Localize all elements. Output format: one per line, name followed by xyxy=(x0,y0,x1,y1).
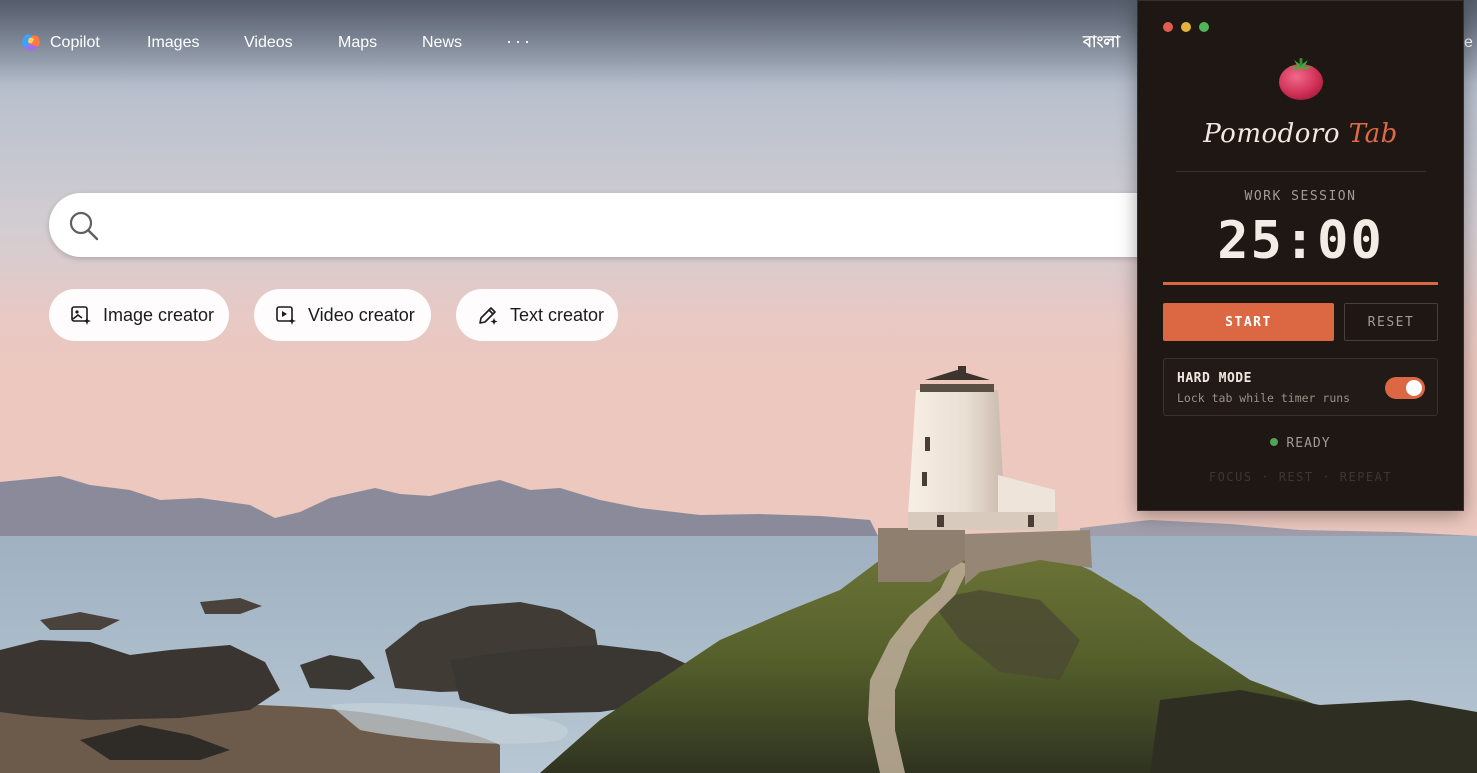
hard-mode-toggle[interactable] xyxy=(1385,377,1425,399)
video-sparkle-icon xyxy=(276,306,296,325)
copilot-logo-icon[interactable] xyxy=(21,32,41,52)
nav-maps[interactable]: Maps xyxy=(338,31,377,55)
more-menu-icon[interactable]: ··· xyxy=(506,31,533,51)
text-creator-button[interactable]: Text creator xyxy=(456,289,618,341)
footer-tagline: FOCUS · REST · REPEAT xyxy=(1208,470,1393,484)
nav-images[interactable]: Images xyxy=(147,31,199,55)
nav-news[interactable]: News xyxy=(422,31,462,55)
progress-bar xyxy=(1163,282,1438,285)
nav-copilot[interactable]: Copilot xyxy=(50,31,100,55)
image-creator-label: Image creator xyxy=(103,304,215,325)
pomodoro-extension-panel: Pomodoro Tab WORK SESSION 25:00 START RE… xyxy=(1137,0,1464,511)
search-input[interactable] xyxy=(115,207,1119,245)
tomato-icon xyxy=(1279,58,1323,100)
title-accent-text: Tab xyxy=(1348,119,1398,149)
reset-button[interactable]: RESET xyxy=(1344,303,1438,341)
pomodoro-app-title: Pomodoro Tab xyxy=(1138,119,1463,149)
text-creator-label: Text creator xyxy=(510,304,605,325)
session-label: WORK SESSION xyxy=(1244,189,1357,204)
video-creator-label: Video creator xyxy=(308,304,415,325)
progress-bar-fill xyxy=(1163,282,1438,285)
search-box[interactable] xyxy=(49,193,1169,257)
pen-sparkle-icon xyxy=(479,307,498,325)
toggle-knob xyxy=(1406,380,1422,396)
search-icon xyxy=(69,211,99,241)
start-button[interactable]: START xyxy=(1163,303,1334,341)
nav-videos[interactable]: Videos xyxy=(244,31,293,55)
language-link[interactable]: বাংলা xyxy=(1083,31,1120,55)
video-creator-button[interactable]: Video creator xyxy=(254,289,431,341)
title-main-text: Pomodoro xyxy=(1203,119,1341,149)
partially-hidden-nav-text[interactable]: e xyxy=(1464,31,1473,55)
divider xyxy=(1176,171,1426,172)
status-dot-icon xyxy=(1270,438,1279,446)
hard-mode-title: HARD MODE xyxy=(1177,371,1252,386)
status-text: READY xyxy=(1286,436,1331,451)
minimize-window-dot[interactable] xyxy=(1181,22,1191,32)
close-window-dot[interactable] xyxy=(1163,22,1173,32)
hard-mode-card: HARD MODE Lock tab while timer runs xyxy=(1163,358,1438,416)
image-sparkle-icon xyxy=(71,306,91,325)
timer-display: 25:00 xyxy=(1217,211,1384,271)
hard-mode-subtitle: Lock tab while timer runs xyxy=(1177,391,1351,405)
image-creator-button[interactable]: Image creator xyxy=(49,289,229,341)
maximize-window-dot[interactable] xyxy=(1199,22,1209,32)
status-indicator: READY xyxy=(1138,436,1463,451)
